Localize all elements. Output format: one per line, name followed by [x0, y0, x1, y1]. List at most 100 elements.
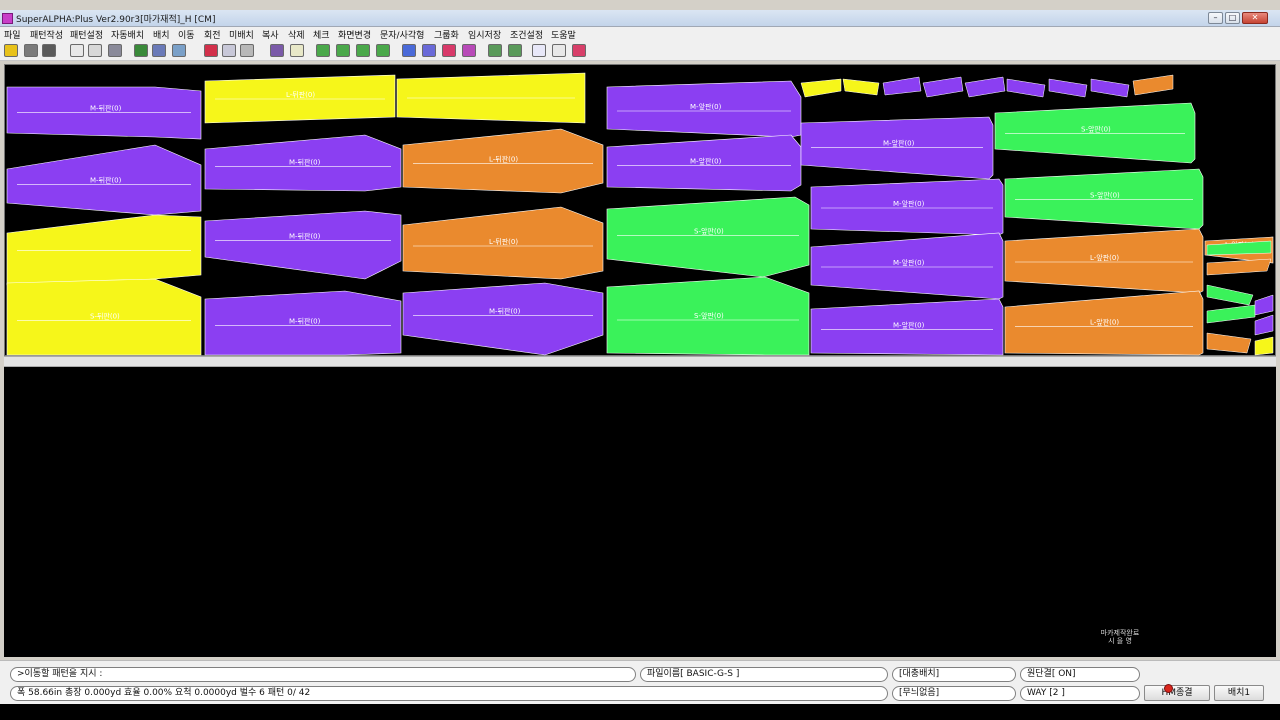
page-icon[interactable]: [70, 44, 84, 57]
menu-temp-save[interactable]: 임시저장: [468, 28, 501, 41]
piece-label: S-앞판(0): [1090, 190, 1120, 199]
piece-label: M-앞판(0): [690, 156, 722, 165]
minimize-button[interactable]: –: [1208, 12, 1223, 24]
bottom-edge: [0, 704, 1280, 720]
small-pattern-piece[interactable]: [882, 76, 922, 96]
menu-copy[interactable]: 복사: [262, 28, 279, 41]
menu-pattern-settings[interactable]: 패턴설정: [70, 28, 103, 41]
eye-icon[interactable]: [152, 44, 166, 57]
marker-stamp: 마카제작완료 시 을 영: [1096, 629, 1144, 645]
menu-file[interactable]: 파일: [4, 28, 21, 41]
pattern-piece[interactable]: [606, 196, 810, 278]
menu-unplaced[interactable]: 미배치: [229, 28, 254, 41]
marker-canvas[interactable]: M-뒤판(0) M-뒤판(0) S-뒤판(0) L-뒤판(0) M-뒤판(0) M-뒤판(…: [4, 64, 1276, 356]
pattern-piece[interactable]: [6, 86, 202, 140]
small-pattern-piece[interactable]: [1254, 294, 1274, 316]
mouse-cursor-indicator: [1164, 684, 1173, 693]
toolbar: [0, 41, 1280, 61]
pattern-piece[interactable]: [6, 214, 202, 286]
workspace-area[interactable]: 마카제작완료 시 을 영: [4, 367, 1276, 657]
copy-icon[interactable]: [88, 44, 102, 57]
piece-label: L-뒤판(0): [489, 237, 518, 246]
wrench-icon[interactable]: [108, 44, 122, 57]
piece-label: M-앞판(0): [893, 258, 925, 267]
small-pattern-piece[interactable]: [1254, 314, 1274, 336]
layout-button[interactable]: 배치1: [1214, 685, 1264, 701]
diamond-icon[interactable]: [422, 44, 436, 57]
check-icon[interactable]: [552, 44, 566, 57]
small-pattern-piece[interactable]: [1090, 78, 1130, 98]
small-pattern-piece[interactable]: [1206, 304, 1256, 324]
ruler-icon[interactable]: [240, 44, 254, 57]
piece-label: M-앞판(0): [893, 199, 925, 208]
menu-delete[interactable]: 삭제: [288, 28, 305, 41]
piece-label: S-앞판(0): [694, 311, 724, 320]
piece-label: L-뒤판(0): [489, 155, 518, 164]
menu-pattern-create[interactable]: 패턴작성: [30, 28, 63, 41]
small-pattern-piece[interactable]: [1206, 284, 1254, 306]
small-pattern-piece[interactable]: [1048, 78, 1088, 98]
small-pattern-piece[interactable]: [842, 78, 880, 96]
group-icon[interactable]: [488, 44, 502, 57]
marker-layout[interactable]: M-뒤판(0) M-뒤판(0) S-뒤판(0) L-뒤판(0) M-뒤판(0) M-뒤판(…: [5, 65, 1277, 357]
save-icon[interactable]: [532, 44, 546, 57]
menu-group[interactable]: 그룹화: [434, 28, 459, 41]
small-pattern-piece[interactable]: [1206, 258, 1272, 276]
ungroup-icon[interactable]: [508, 44, 522, 57]
pattern-piece[interactable]: [800, 116, 994, 180]
small-pattern-piece[interactable]: [964, 76, 1006, 98]
small-pattern-piece[interactable]: [1254, 336, 1274, 356]
move-down-icon[interactable]: [376, 44, 390, 57]
menu-layout[interactable]: 배치: [153, 28, 170, 41]
flag-icon[interactable]: [134, 44, 148, 57]
move-right-icon[interactable]: [336, 44, 350, 57]
app-icon: [2, 13, 13, 24]
stamp-line-1: 마카제작완료: [1100, 629, 1140, 637]
piece-label: M-뒤판(0): [90, 103, 122, 112]
menu-rotate[interactable]: 회전: [204, 28, 221, 41]
pattern-icon[interactable]: [172, 44, 186, 57]
layout-mode-field[interactable]: [대충배치]: [892, 667, 1016, 682]
small-pattern-piece[interactable]: [800, 78, 842, 98]
marker-divider: [4, 356, 1276, 367]
menu-screen-change[interactable]: 화면변경: [338, 28, 371, 41]
mirror-icon[interactable]: [462, 44, 476, 57]
close-button[interactable]: ✕: [1242, 12, 1268, 24]
pattern-piece[interactable]: [402, 282, 604, 356]
menu-conditions[interactable]: 조건설정: [510, 28, 543, 41]
piece-label: L-뒤판(0): [286, 90, 315, 99]
fabric-direction-field[interactable]: 원단결[ ON]: [1020, 667, 1140, 682]
refresh-icon[interactable]: [316, 44, 330, 57]
pen-icon[interactable]: [270, 44, 284, 57]
frame-icon[interactable]: [290, 44, 304, 57]
small-pattern-piece[interactable]: [1006, 78, 1046, 98]
small-pattern-piece[interactable]: [922, 76, 964, 98]
move-up-icon[interactable]: [356, 44, 370, 57]
menu-check[interactable]: 체크: [313, 28, 330, 41]
exit-button[interactable]: HM종결: [1144, 685, 1210, 701]
maximize-button[interactable]: □: [1225, 12, 1240, 24]
paste-icon[interactable]: [222, 44, 236, 57]
apple-icon[interactable]: [204, 44, 218, 57]
menu-text-rectangle[interactable]: 문자/사각형: [380, 28, 424, 41]
small-pattern-piece[interactable]: [1206, 332, 1252, 354]
command-prompt[interactable]: >이동할 패턴을 지시 :: [10, 667, 636, 682]
piece-label: L-앞판(0): [1090, 317, 1119, 326]
open-folder-icon[interactable]: [4, 44, 18, 57]
menu-auto-layout[interactable]: 자동배치: [111, 28, 144, 41]
window-title: SuperALPHA:Plus Ver2.90r3[마가재적]_H [CM]: [16, 15, 216, 25]
flip-icon[interactable]: [442, 44, 456, 57]
menu-move[interactable]: 이동: [178, 28, 195, 41]
small-pattern-piece[interactable]: [1132, 74, 1174, 96]
rotate-icon[interactable]: [402, 44, 416, 57]
pattern-piece[interactable]: [204, 210, 402, 280]
screen-icon[interactable]: [572, 44, 586, 57]
piece-label: M-앞판(0): [690, 102, 722, 111]
title-bar: SuperALPHA:Plus Ver2.90r3[마가재적]_H [CM] –…: [0, 10, 1280, 27]
pattern-mode-field[interactable]: [무늬없음]: [892, 686, 1016, 701]
arrow-tool-icon[interactable]: [24, 44, 38, 57]
way-field[interactable]: WAY [2 ]: [1020, 686, 1140, 701]
menu-help[interactable]: 도움말: [551, 28, 576, 41]
piece-label: M-뒤판(0): [289, 232, 321, 241]
select-arrow-icon[interactable]: [42, 44, 56, 57]
